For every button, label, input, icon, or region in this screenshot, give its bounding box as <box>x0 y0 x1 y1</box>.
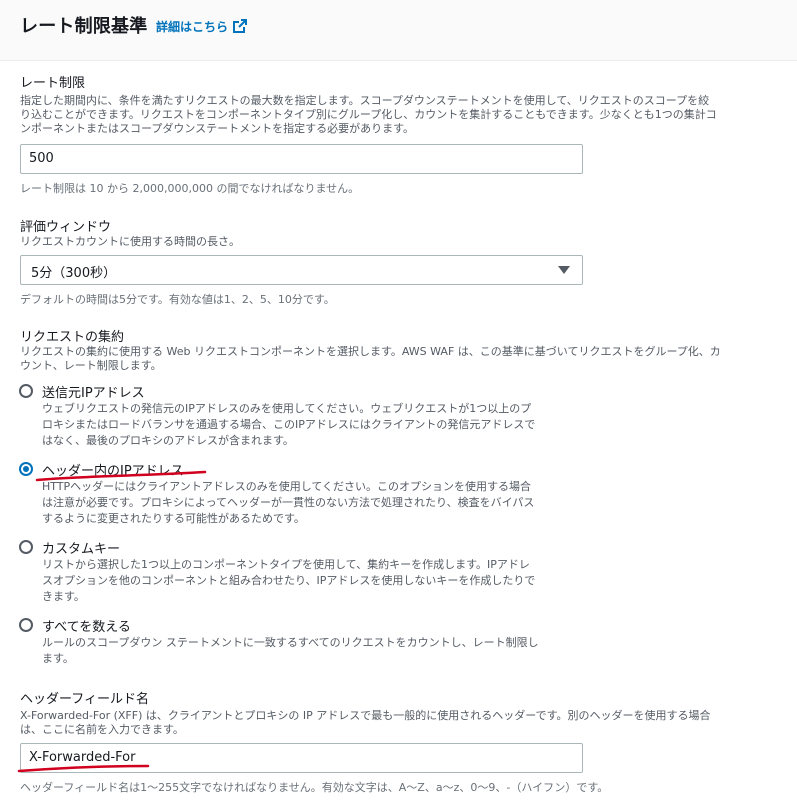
evaluation-window-label: 評価ウィンドウ <box>20 220 112 235</box>
external-link-icon[interactable] <box>233 19 247 33</box>
evaluation-window-description: リクエストカウントに使用する時間の長さ。 <box>20 235 240 248</box>
radio-button-selected[interactable] <box>19 462 33 476</box>
section-header: レート制限基準 詳細はこちら <box>0 0 797 61</box>
section-title: レート制限基準 <box>20 16 148 37</box>
radio-button[interactable] <box>19 384 33 398</box>
info-link[interactable]: 詳細はこちら <box>156 18 228 35</box>
evaluation-window-select[interactable]: 5分（300秒） <box>20 255 583 285</box>
aggregation-label: リクエストの集約 <box>20 330 125 345</box>
radio-button[interactable] <box>19 618 33 632</box>
header-field-description: X-Forwarded-For (XFF) は、クライアントとプロキシの IP … <box>20 709 711 736</box>
evaluation-window-hint: デフォルトの時間は5分です。有効な値は1、2、5、10分です。 <box>20 293 335 306</box>
radio-option-label: 送信元IPアドレス <box>42 386 145 401</box>
caret-down-icon <box>558 266 570 274</box>
rate-limit-hint: レート制限は 10 から 2,000,000,000 の間でなければなりません。 <box>20 182 360 195</box>
header-field-hint: ヘッダーフィールド名は1〜255文字でなければなりません。有効な文字は、A〜Z、… <box>20 781 609 794</box>
radio-option-label: カスタムキー <box>42 542 121 557</box>
rate-limit-label: レート制限 <box>20 76 86 91</box>
rate-limit-description: 指定した期間内に、条件を満たすリクエストの最大数を指定します。スコープダウンステ… <box>20 94 717 135</box>
evaluation-window-selected: 5分（300秒） <box>31 266 117 281</box>
radio-option-label: ヘッダー内のIPアドレス <box>42 464 184 479</box>
radio-button[interactable] <box>19 540 33 554</box>
aggregation-description: リクエストの集約に使用する Web リクエストコンポーネントを選択します。AWS… <box>20 345 721 372</box>
radio-option-label: すべてを数える <box>42 620 131 635</box>
radio-option-description: リストから選択した1つ以上のコンポーネントタイプを使用して、集約キーを作成します… <box>42 558 536 603</box>
radio-option-description: ウェブリクエストの発信元のIPアドレスのみを使用してください。ウェブリクエストが… <box>42 402 536 447</box>
rate-limit-input[interactable]: 500 <box>20 144 583 174</box>
header-field-input[interactable]: X-Forwarded-For <box>20 743 583 773</box>
radio-option-description: HTTPヘッダーにはクライアントアドレスのみを使用してください。このオプションを… <box>42 480 535 525</box>
header-field-label: ヘッダーフィールド名 <box>20 692 149 707</box>
radio-option-description: ルールのスコープダウン ステートメントに一致するすべてのリクエストをカウントし、… <box>42 636 539 665</box>
